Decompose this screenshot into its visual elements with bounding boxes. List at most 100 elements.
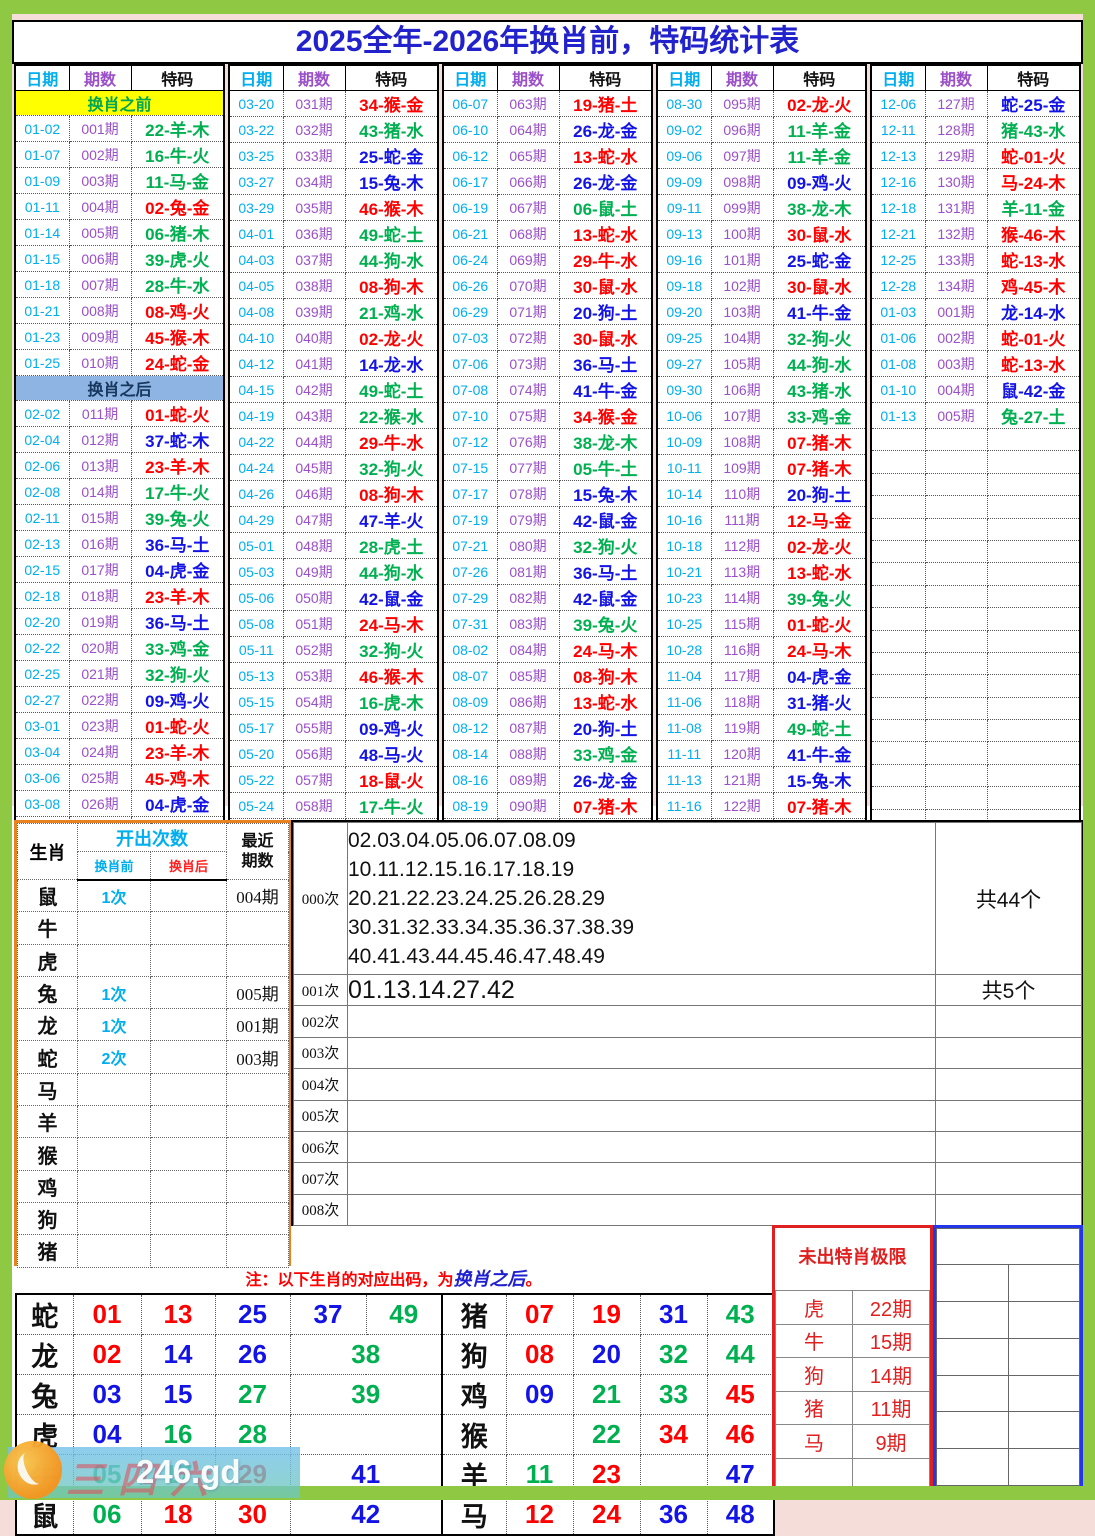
cell-special-code: 13-蛇-水 [772,558,867,585]
zodiac-number: 39 [289,1374,443,1415]
cell-special-code: 24-马-木 [558,636,653,663]
table-row: 02-11 015期 39-兔-火 [14,504,225,531]
table-row: 04-10 040期 02-龙-火 [228,324,439,351]
zodiac-map-row: 马 12 24 36 48 [441,1494,775,1536]
limit-periods: 15期 [852,1323,930,1358]
cell-period: 006期 [68,245,132,272]
table-row: 05-06 050期 42-鼠-金 [228,584,439,611]
cell-period: 107期 [710,402,774,429]
cell-period: 010期 [68,349,132,376]
cell-special-code: 08-狗-木 [344,480,439,507]
cell-period: 015期 [68,504,132,531]
table-row [870,763,1081,788]
table-row: 11-13 121期 15-兔-木 [656,766,867,793]
cell-period: 066期 [496,168,560,195]
table-row: 07-03 072期 30-鼠-水 [442,324,653,351]
cell-date: 08-12 [442,714,498,741]
zodiac-number: 12 [505,1494,574,1536]
table-row: 02-13 016期 36-马-土 [14,530,225,557]
cell-special-code: 16-牛-火 [130,141,225,168]
table-row: 10-11 109期 07-猪-木 [656,454,867,481]
cell-date: 07-31 [442,610,498,637]
cell-special-code: 36-马-土 [558,350,653,377]
stats-recent-period [226,1234,289,1268]
cell-special-code: 羊-11-金 [986,194,1081,221]
table-row: 01-08 003期 蛇-13-水 [870,350,1081,377]
table-row: 06-12 065期 13-蛇-水 [442,142,653,169]
period-table-5: 日期 期数 特码 12-06 127期 蛇-25-金 12-11 128期 猪-43-水 12-1… [870,64,1081,833]
limit-zodiac: 猪 [775,1390,853,1425]
cell-date [870,741,926,765]
blue-cell [936,1337,1009,1376]
cell-period: 003期 [68,167,132,194]
cell-special-code: 49-蛇-土 [772,714,867,741]
cell-period: 017期 [68,556,132,583]
cell-period: 049期 [282,558,346,585]
table-row: 04-12 041期 14-龙-水 [228,350,439,377]
cell-special-code: 02-龙-火 [344,324,439,351]
table-row: 01-06 002期 蛇-01-火 [870,324,1081,351]
cell-date: 08-19 [442,792,498,819]
stats-count-before [77,1234,151,1268]
cell-date: 03-22 [228,116,284,143]
cell-special-code: 07-猪-木 [772,428,867,455]
table-row: 02-04 012期 37-蛇-木 [14,426,225,453]
blue-row [936,1337,1080,1376]
table-row: 10-14 110期 20-狗-土 [656,480,867,507]
counts-total: 共5个 [935,973,1082,1007]
cell-period: 131期 [924,194,988,221]
limit-zodiac: 狗 [775,1357,853,1392]
table-row: 01-15 006期 39-虎-火 [14,245,225,272]
cell-date: 02-22 [14,634,70,661]
table-row [870,517,1081,541]
cell-date: 09-13 [656,220,712,247]
stats-count-after [150,911,227,945]
cell-date: 09-20 [656,298,712,325]
cell-special-code [986,629,1081,653]
table-row: 02-02 011期 01-蛇-火 [14,400,225,427]
limit-periods: 14期 [852,1357,930,1392]
cell-date: 07-12 [442,428,498,455]
cell-period [924,674,988,698]
banner-before-swap: 换肖之前 [14,90,225,116]
cell-special-code: 马-24-木 [986,168,1081,195]
table-row [870,674,1081,698]
cell-date: 02-15 [14,556,70,583]
cell-date: 03-25 [228,142,284,169]
cell-date: 03-29 [228,194,284,221]
blue-cell [936,1448,1009,1486]
cell-date: 06-26 [442,272,498,299]
stats-row: 虎 [17,943,289,977]
cell-date [870,719,926,743]
limit-periods: 11期 [852,1390,930,1425]
stats-zodiac: 兔 [17,975,78,1010]
cell-special-code: 11-马-金 [130,167,225,194]
cell-date: 01-02 [14,115,70,142]
table-row: 08-16 089期 26-龙-金 [442,766,653,793]
stats-row: 龙 1次 001期 [17,1008,289,1042]
cell-period: 101期 [710,246,774,273]
stats-header-draw-counts: 开出次数 [77,823,227,852]
table-row: 01-23 009期 45-猴-木 [14,323,225,350]
table-row: 07-17 078期 15-兔-木 [442,480,653,507]
counts-numbers [347,1099,936,1132]
table-row: 01-21 008期 08-鸡-火 [14,297,225,324]
blue-row [936,1227,1080,1266]
stats-count-after [150,1234,227,1268]
table-row: 09-30 106期 43-猪-水 [656,376,867,403]
cell-special-code: 48-马-火 [344,740,439,767]
cell-special-code: 32-狗-火 [344,636,439,663]
cell-special-code: 36-马-土 [130,608,225,635]
cell-date: 12-21 [870,220,926,247]
cell-period: 134期 [924,272,988,299]
stats-count-after [150,1072,227,1107]
cell-date: 07-29 [442,584,498,611]
cell-special-code: 20-狗-土 [558,298,653,325]
cell-period [924,517,988,541]
cell-date: 02-08 [14,478,70,505]
counts-label: 004次 [293,1068,348,1101]
cell-date [870,450,926,474]
cell-period: 097期 [710,142,774,169]
cell-period: 112期 [710,532,774,559]
cell-date: 12-13 [870,142,926,169]
